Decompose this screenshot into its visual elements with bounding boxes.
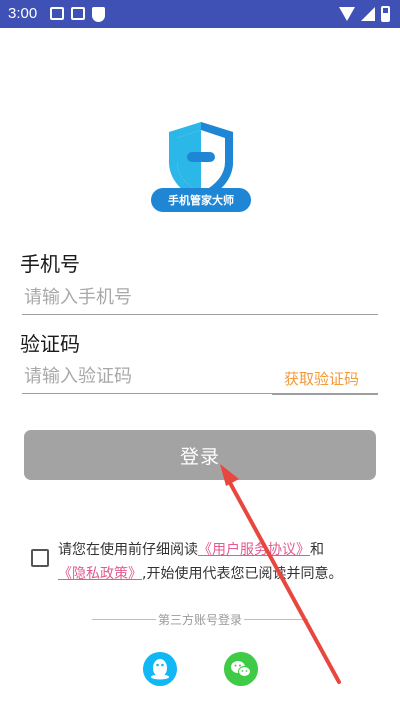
login-button[interactable]: 登录 bbox=[24, 430, 376, 480]
text-icon bbox=[71, 7, 85, 20]
get-code-button[interactable]: 获取验证码 bbox=[284, 368, 359, 389]
agreement-prefix: 请您在使用前仔细阅读 bbox=[58, 542, 198, 558]
status-system-icons bbox=[339, 6, 390, 22]
agreement-text: 请您在使用前仔细阅读《用户服务协议》和 《隐私政策》,开始使用代表您已阅读并同意… bbox=[58, 538, 378, 586]
code-label: 验证码 bbox=[20, 332, 80, 356]
agreement-suffix: ,开始使用代表您已阅读并同意。 bbox=[142, 566, 343, 582]
privacy-policy-link[interactable]: 《隐私政策》 bbox=[58, 566, 142, 582]
phone-label: 手机号 bbox=[20, 252, 80, 276]
status-bar: 3:00 bbox=[0, 0, 400, 28]
divider-line-right bbox=[244, 618, 309, 620]
battery-icon bbox=[381, 6, 390, 22]
phone-input[interactable] bbox=[22, 281, 378, 315]
third-party-label: 第三方账号登录 bbox=[158, 612, 243, 627]
third-party-divider: 第三方账号登录 bbox=[92, 610, 309, 628]
logo-text: 手机管家大师 bbox=[168, 194, 234, 207]
user-agreement-link[interactable]: 《用户服务协议》 bbox=[198, 542, 310, 558]
signal-icon bbox=[361, 7, 375, 21]
agreement-and: 和 bbox=[310, 542, 324, 558]
status-time: 3:00 bbox=[8, 5, 38, 22]
agree-checkbox[interactable] bbox=[31, 549, 49, 567]
divider-line-left bbox=[92, 618, 156, 620]
wechat-icon[interactable] bbox=[224, 652, 258, 686]
wifi-icon bbox=[339, 7, 355, 21]
shield-icon bbox=[92, 7, 105, 22]
qq-icon[interactable] bbox=[143, 652, 177, 686]
code-input-underline bbox=[272, 393, 378, 395]
code-input[interactable] bbox=[22, 360, 272, 394]
image-icon bbox=[50, 7, 64, 20]
status-notification-icons bbox=[50, 7, 105, 22]
